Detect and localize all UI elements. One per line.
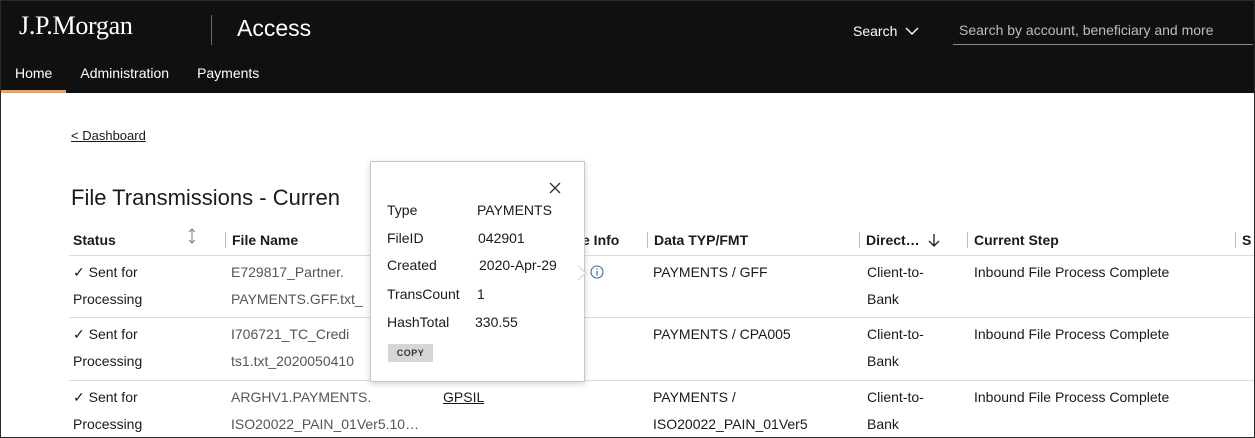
- search-mode-dropdown[interactable]: Search: [853, 23, 919, 39]
- column-header-direction-label: Direct…: [866, 232, 920, 248]
- row-divider: [69, 317, 1254, 318]
- current-step-cell: Inbound File Process Complete: [974, 389, 1170, 405]
- arrow-down-icon: [928, 234, 940, 247]
- close-icon[interactable]: [548, 181, 562, 195]
- brand-logo[interactable]: J.P.Morgan: [19, 11, 133, 41]
- popup-value-type: PAYMENTS: [477, 202, 552, 218]
- popup-value-fileid: 042901: [478, 230, 525, 246]
- column-header-status[interactable]: Status: [73, 225, 116, 255]
- header-divider-line: [69, 255, 1254, 256]
- direction-cell: Client-to- Bank: [867, 384, 924, 437]
- column-header-file-name-label: File Name: [232, 232, 299, 248]
- nav-administration[interactable]: Administration: [66, 59, 183, 93]
- data-typ-cell: PAYMENTS / GFF: [653, 259, 768, 286]
- top-bar: J.P.Morgan Access Search Home Administra…: [1, 1, 1254, 93]
- copy-button[interactable]: COPY: [388, 344, 433, 362]
- product-name: Access: [237, 15, 312, 41]
- status-cell: ✓ Sent for Processing: [73, 321, 142, 375]
- column-header-extra[interactable]: S: [1235, 225, 1251, 255]
- direction-text: Bank: [867, 353, 899, 369]
- status-text: ✓ Sent for: [73, 326, 138, 342]
- page-title: File Transmissions - Curren: [71, 185, 340, 210]
- status-text: Processing: [73, 416, 143, 432]
- file-name-cell[interactable]: E729817_Partner. PAYMENTS.GFF.txt_: [231, 259, 363, 313]
- sort-icon[interactable]: [187, 227, 197, 245]
- status-text: ✓ Sent for: [73, 264, 138, 280]
- status-text: ✓ Sent for: [73, 389, 138, 405]
- popup-key-transcount: TransCount: [387, 286, 460, 302]
- direction-text: Bank: [867, 416, 899, 432]
- column-header-extra-label: S: [1242, 232, 1252, 248]
- popup-key-created: Created: [387, 257, 437, 273]
- search-mode-label: Search: [853, 23, 898, 39]
- status-cell: ✓ Sent for Processing: [73, 384, 143, 437]
- file-name-cell[interactable]: ARGHV1.PAYMENTS. ISO20022_PAIN_01Ver5.10…: [231, 384, 420, 437]
- column-header-current-step-label: Current Step: [974, 232, 1059, 248]
- file-name-text: ts1.txt_2020050410: [231, 353, 354, 369]
- data-typ-cell: PAYMENTS / CPA005: [653, 326, 791, 342]
- popup-value-transcount: 1: [477, 286, 485, 302]
- current-step-cell: Inbound File Process Complete: [974, 264, 1170, 280]
- column-header-file-name[interactable]: File Name: [225, 225, 298, 255]
- chevron-left-icon: <: [71, 128, 79, 143]
- back-link-label: Dashboard: [82, 128, 146, 143]
- popup-key-hashtotal: HashTotal: [387, 314, 450, 330]
- header-divider: [211, 15, 212, 45]
- popup-value-created: 2020-Apr-29: [479, 257, 557, 273]
- info-icon[interactable]: [590, 265, 604, 279]
- file-name-text: I706721_TC_Credi: [231, 326, 350, 342]
- file-name-text: ARGHV1.PAYMENTS.: [231, 389, 372, 405]
- file-info-link[interactable]: GPSIL: [443, 384, 484, 411]
- column-header-file-info[interactable]: e Info: [582, 225, 619, 255]
- popup-key-type: Type: [387, 202, 418, 218]
- popup-value-hashtotal: 330.55: [475, 314, 518, 330]
- column-header-current-step[interactable]: Current Step: [967, 225, 1059, 255]
- data-typ-cell: PAYMENTS / ISO20022_PAIN_01Ver5: [653, 384, 808, 437]
- file-name-text: E729817_Partner.: [231, 264, 344, 280]
- app-frame: J.P.Morgan Access Search Home Administra…: [0, 0, 1255, 438]
- data-typ-text: ISO20022_PAIN_01Ver5: [653, 416, 808, 432]
- file-name-text: PAYMENTS.GFF.txt_: [231, 291, 363, 307]
- status-text: Processing: [73, 353, 143, 369]
- current-step-cell: Inbound File Process Complete: [974, 326, 1170, 342]
- status-cell: ✓ Sent for Processing: [73, 259, 142, 313]
- data-typ-text: PAYMENTS /: [653, 389, 736, 405]
- direction-cell: Client-to- Bank: [867, 259, 924, 313]
- nav-home[interactable]: Home: [1, 59, 67, 93]
- main-nav: Home Administration Payments: [1, 59, 273, 93]
- column-header-data-typ-label: Data TYP/FMT: [654, 232, 749, 248]
- status-text: Processing: [73, 291, 143, 307]
- file-name-text: ISO20022_PAIN_01Ver5.10…: [231, 416, 420, 432]
- column-header-data-typ[interactable]: Data TYP/FMT: [647, 225, 748, 255]
- direction-cell: Client-to- Bank: [867, 321, 924, 375]
- file-name-cell[interactable]: I706721_TC_Credi ts1.txt_2020050410: [231, 321, 354, 375]
- back-to-dashboard-link[interactable]: < Dashboard: [71, 128, 146, 143]
- row-divider: [69, 380, 1254, 381]
- direction-text: Client-to-: [867, 264, 924, 280]
- direction-text: Client-to-: [867, 326, 924, 342]
- direction-text: Bank: [867, 291, 899, 307]
- nav-payments[interactable]: Payments: [183, 59, 273, 93]
- chevron-down-icon: [905, 27, 919, 35]
- popup-key-fileid: FileID: [387, 230, 424, 246]
- data-typ-text: PAYMENTS / GFF: [653, 264, 768, 280]
- column-header-direction[interactable]: Direct…: [859, 225, 940, 255]
- search-input[interactable]: [953, 15, 1253, 45]
- direction-text: Client-to-: [867, 389, 924, 405]
- popup-pointer: [578, 266, 587, 280]
